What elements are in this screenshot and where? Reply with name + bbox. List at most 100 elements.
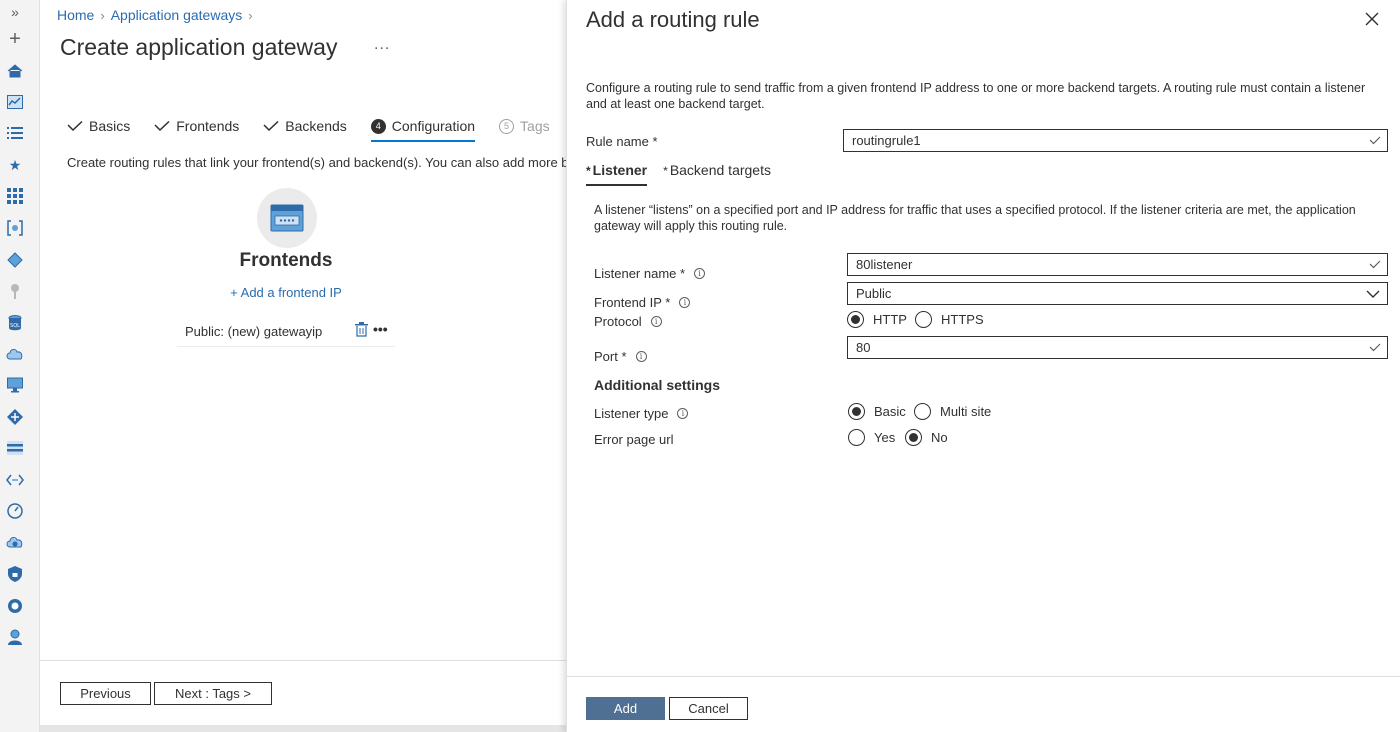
protocol-https-radio[interactable]: HTTPS (915, 311, 984, 328)
breadcrumb-home[interactable]: Home (57, 7, 94, 23)
code-icon[interactable] (5, 470, 25, 490)
error-page-no-label: No (931, 430, 948, 445)
network-icon[interactable] (5, 407, 25, 427)
chevron-right-icon: › (100, 7, 105, 23)
radio-unselected-icon (914, 403, 931, 420)
frontend-ip-select[interactable]: Public (847, 282, 1388, 305)
favorites-star-icon[interactable]: ★ (5, 155, 25, 175)
listener-type-multisite-radio[interactable]: Multi site (914, 403, 991, 420)
protocol-http-radio[interactable]: HTTP (847, 311, 907, 328)
checkmark-icon (67, 121, 83, 131)
item-more-options-icon[interactable]: ••• (373, 321, 388, 337)
radio-unselected-icon (915, 311, 932, 328)
routing-rule-description: Configure a routing rule to send traffic… (586, 81, 1366, 111)
close-icon[interactable] (1363, 10, 1381, 28)
frontends-heading: Frontends (239, 250, 333, 271)
tab-backend-targets-label: Backend targets (669, 162, 771, 178)
dashboard-icon[interactable] (5, 92, 25, 112)
resource-groups-icon[interactable] (5, 218, 25, 238)
info-icon[interactable]: i (677, 408, 689, 419)
rule-name-label: Rule name * (586, 134, 658, 149)
listener-name-label-text: Listener name * (594, 266, 686, 281)
tab-tags[interactable]: 5 Tags (499, 116, 550, 136)
cost-icon[interactable] (5, 596, 25, 616)
checkmark-icon (263, 121, 279, 131)
expand-icon[interactable]: » (5, 2, 25, 22)
protocol-https-label: HTTPS (941, 312, 984, 327)
all-services-icon[interactable] (5, 123, 25, 143)
tab-listener[interactable]: * Listener (586, 162, 648, 186)
tab-backend-targets[interactable]: * Backend targets (663, 162, 771, 182)
cloud-shield-icon[interactable] (5, 533, 25, 553)
tab-backends-label: Backends (285, 118, 347, 134)
listener-type-multisite-label: Multi site (940, 404, 992, 419)
more-options-icon[interactable]: ... (374, 36, 390, 54)
wizard-footer: Previous Next : Tags > (40, 660, 566, 732)
page-title: Create application gateway (60, 34, 338, 60)
error-page-yes-radio[interactable]: Yes (848, 429, 895, 446)
cancel-button[interactable]: Cancel (669, 697, 748, 720)
create-resource-icon[interactable]: + (5, 28, 25, 50)
step-number-badge: 5 (499, 118, 515, 134)
tab-configuration-label: Configuration (391, 118, 476, 134)
info-icon[interactable]: i (650, 316, 662, 327)
info-icon[interactable]: i (635, 351, 647, 362)
user-icon[interactable] (5, 627, 25, 647)
add-frontend-ip-link[interactable]: + Add a frontend IP (186, 285, 386, 300)
add-button[interactable]: Add (586, 697, 665, 720)
info-icon[interactable]: i (679, 297, 691, 308)
all-resources-grid-icon[interactable] (5, 186, 25, 206)
breadcrumb: Home › Application gateways › (57, 7, 253, 23)
sql-icon[interactable]: SQL (5, 313, 25, 333)
listener-type-basic-label: Basic (874, 404, 906, 419)
tab-configuration[interactable]: 4 Configuration (370, 116, 476, 142)
previous-button[interactable]: Previous (60, 682, 151, 705)
rule-name-input[interactable]: routingrule1 (843, 129, 1388, 152)
configuration-description: Create routing rules that link your fron… (67, 155, 566, 170)
frontends-icon (257, 188, 317, 248)
app-services-icon[interactable] (5, 250, 25, 270)
frontend-list-item[interactable]: Public: (new) gatewayip ••• (177, 316, 395, 347)
cloud-icon[interactable] (5, 344, 25, 364)
storage-icon[interactable] (5, 438, 25, 458)
protocol-http-label: HTTP (873, 312, 907, 327)
error-page-no-radio[interactable]: No (905, 429, 948, 446)
error-page-url-label-text: Error page url (594, 432, 674, 447)
tab-listener-label: Listener (592, 162, 648, 178)
tab-frontends[interactable]: Frontends (154, 116, 239, 136)
frontend-ip-value: Public (856, 286, 892, 301)
listener-type-label: Listener type i (594, 406, 689, 421)
pane-footer: Add Cancel (567, 676, 1400, 732)
listener-type-basic-radio[interactable]: Basic (848, 403, 906, 420)
required-marker: * (586, 164, 591, 178)
breadcrumb-application-gateways[interactable]: Application gateways (111, 7, 243, 23)
next-tags-button[interactable]: Next : Tags > (154, 682, 272, 705)
valid-check-icon (1369, 343, 1381, 352)
security-icon[interactable] (5, 564, 25, 584)
port-label-text: Port * (594, 349, 627, 364)
tab-tags-label: Tags (520, 118, 550, 134)
valid-check-icon (1369, 260, 1381, 269)
rule-subtabs: * Listener * Backend targets (586, 162, 771, 186)
speed-icon[interactable] (5, 501, 25, 521)
tab-backends[interactable]: Backends (263, 116, 347, 136)
rule-name-label-text: Rule name * (586, 134, 658, 149)
protocol-label-text: Protocol (594, 314, 642, 329)
listener-name-input[interactable]: 80listener (847, 253, 1388, 276)
horizontal-scrollbar[interactable] (40, 725, 566, 732)
info-icon[interactable]: i (694, 268, 706, 279)
monitor-icon[interactable] (5, 375, 25, 395)
port-input[interactable]: 80 (847, 336, 1388, 359)
port-value: 80 (856, 340, 871, 355)
chevron-down-icon (1366, 290, 1380, 298)
key-vault-icon[interactable] (5, 281, 25, 301)
listener-type-label-text: Listener type (594, 406, 669, 421)
home-icon[interactable] (5, 61, 25, 81)
svg-text:SQL: SQL (10, 323, 20, 329)
step-number-badge: 4 (370, 118, 386, 134)
checkmark-icon (154, 121, 170, 131)
wizard-steps: Basics Frontends Backends 4 Configuratio… (67, 116, 566, 142)
trash-icon[interactable] (355, 322, 368, 337)
tab-basics[interactable]: Basics (67, 116, 130, 136)
required-marker: * (663, 164, 668, 178)
